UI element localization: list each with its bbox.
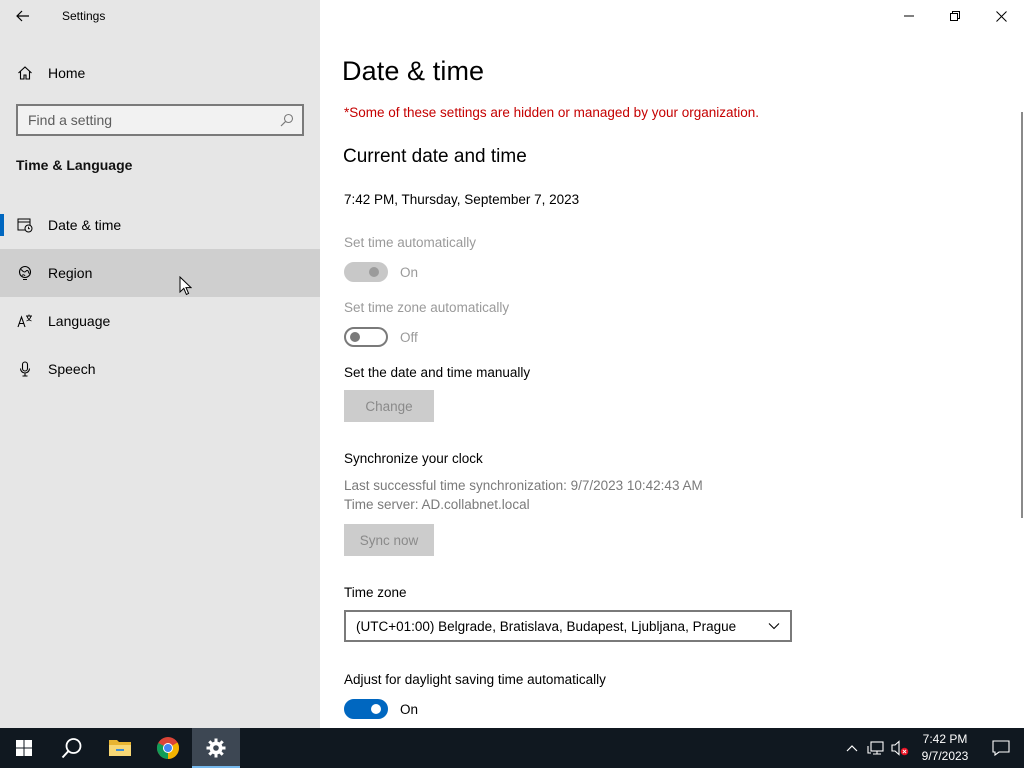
chrome-button[interactable]: [144, 728, 192, 768]
main-content: Date & time *Some of these settings are …: [320, 0, 1024, 728]
sidebar-item-label: Date & time: [48, 217, 122, 233]
region-globe-icon: [0, 265, 48, 281]
org-managed-warning: *Some of these settings are hidden or ma…: [344, 105, 760, 120]
mouse-pointer-icon: [179, 276, 192, 296]
date-time-icon: [0, 217, 48, 233]
set-time-auto-toggle[interactable]: [344, 262, 388, 282]
sidebar-nav: Date & time Region Language Speech: [0, 201, 320, 393]
minimize-button[interactable]: [886, 0, 932, 32]
set-time-auto-state: On: [400, 264, 419, 280]
sidebar-item-region[interactable]: Region: [0, 249, 320, 297]
dst-toggle-row[interactable]: On: [344, 699, 418, 719]
settings-gear-icon: [206, 738, 226, 758]
system-tray: 7:42 PM 9/7/2023: [840, 728, 1024, 768]
home-label: Home: [48, 65, 86, 81]
sidebar-item-label: Region: [48, 265, 93, 281]
file-explorer-icon: [109, 740, 131, 756]
restore-button[interactable]: [932, 0, 978, 32]
notification-icon: [992, 740, 1010, 756]
home-icon: [0, 65, 48, 81]
manual-datetime-label: Set the date and time manually: [344, 365, 531, 380]
taskbar-search-button[interactable]: [48, 728, 96, 768]
restore-icon: [950, 11, 960, 21]
action-center-button[interactable]: [978, 728, 1024, 768]
dst-label: Adjust for daylight saving time automati…: [344, 672, 606, 687]
search-input[interactable]: [28, 112, 280, 128]
volume-button[interactable]: [888, 728, 912, 768]
search-icon: [61, 738, 82, 759]
clock-time: 7:42 PM: [922, 732, 968, 746]
chevron-up-icon: [846, 745, 858, 752]
time-zone-value: (UTC+01:00) Belgrade, Bratislava, Budape…: [356, 618, 737, 634]
clock-date: 9/7/2023: [921, 749, 969, 763]
time-zone-label: Time zone: [344, 585, 407, 600]
start-icon: [16, 740, 32, 756]
chrome-icon: [157, 737, 179, 759]
toggle-knob: [369, 267, 379, 277]
volume-muted-icon: [891, 740, 909, 756]
back-button[interactable]: [0, 0, 46, 32]
show-hidden-icons-button[interactable]: [840, 728, 864, 768]
close-icon: [995, 10, 1007, 22]
sync-clock-heading: Synchronize your clock: [344, 451, 483, 466]
sidebar-item-label: Language: [48, 313, 111, 329]
chevron-down-icon: [768, 623, 780, 630]
taskbar-clock[interactable]: 7:42 PM 9/7/2023: [912, 731, 978, 765]
page-title: Date & time: [342, 56, 485, 86]
set-tz-auto-toggle[interactable]: [344, 327, 388, 347]
sidebar-item-date-time[interactable]: Date & time: [0, 201, 320, 249]
set-time-auto-label: Set time automatically: [344, 235, 477, 250]
microphone-icon: [0, 361, 48, 377]
minimize-icon: [904, 15, 914, 17]
time-server-text: Time server: AD.collabnet.local: [344, 497, 530, 512]
set-tz-auto-state: Off: [400, 329, 418, 345]
back-arrow-icon: [16, 10, 29, 22]
settings-sidebar: Settings Home Time & Language Date & tim…: [0, 0, 320, 728]
taskbar: 7:42 PM 9/7/2023: [0, 728, 1024, 768]
section-heading: Time & Language: [16, 157, 133, 173]
toggle-knob: [350, 332, 360, 342]
window-controls: [886, 0, 1024, 32]
close-button[interactable]: [978, 0, 1024, 32]
set-tz-auto-toggle-row[interactable]: Off: [344, 327, 418, 347]
network-button[interactable]: [864, 728, 888, 768]
search-icon: [280, 113, 294, 127]
change-button[interactable]: Change: [344, 390, 434, 422]
dst-state: On: [400, 701, 419, 717]
sidebar-item-speech[interactable]: Speech: [0, 345, 320, 393]
sync-now-button[interactable]: Sync now: [344, 524, 434, 556]
start-button[interactable]: [0, 728, 48, 768]
toggle-knob: [371, 704, 381, 714]
set-time-auto-toggle-row[interactable]: On: [344, 262, 418, 282]
network-icon: [867, 741, 884, 755]
current-datetime-heading: Current date and time: [343, 146, 527, 167]
home-nav-item[interactable]: Home: [0, 54, 320, 92]
language-icon: [0, 313, 48, 329]
current-datetime-value: 7:42 PM, Thursday, September 7, 2023: [344, 192, 580, 207]
find-setting-search[interactable]: [16, 104, 304, 136]
time-zone-dropdown[interactable]: (UTC+01:00) Belgrade, Bratislava, Budape…: [344, 610, 792, 642]
last-sync-text: Last successful time synchronization: 9/…: [344, 478, 703, 493]
settings-taskbar-button[interactable]: [192, 728, 240, 768]
scrollbar[interactable]: [1021, 112, 1023, 518]
app-title: Settings: [62, 9, 106, 23]
file-explorer-button[interactable]: [96, 728, 144, 768]
dst-toggle[interactable]: [344, 699, 388, 719]
sidebar-item-label: Speech: [48, 361, 96, 377]
set-tz-auto-label: Set time zone automatically: [344, 300, 510, 315]
sidebar-item-language[interactable]: Language: [0, 297, 320, 345]
